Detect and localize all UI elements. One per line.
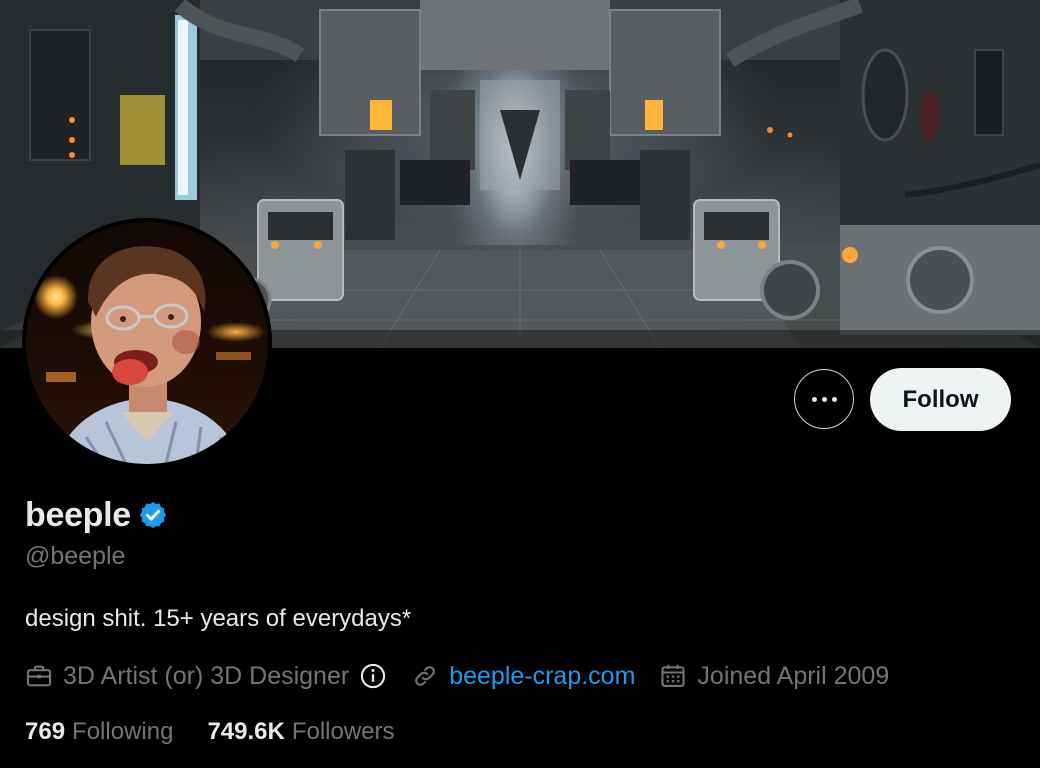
- more-options-button[interactable]: [794, 369, 854, 429]
- following-stat[interactable]: 769 Following: [25, 718, 173, 746]
- followers-stat[interactable]: 749.6K Followers: [207, 718, 394, 746]
- link-icon: [415, 666, 436, 686]
- joined-date: Joined April 2009: [697, 661, 890, 690]
- profile-handle: @beeple: [25, 542, 126, 570]
- info-icon[interactable]: [359, 662, 387, 690]
- profile-avatar[interactable]: [22, 218, 272, 468]
- profession-label: 3D Artist (or) 3D Designer: [63, 661, 350, 690]
- following-count: 769: [25, 718, 66, 745]
- website-item[interactable]: beeple-crap.com: [411, 662, 635, 691]
- followers-label: Followers: [291, 718, 395, 745]
- follow-button[interactable]: Follow: [870, 368, 1011, 431]
- profession-item: 3D Artist (or) 3D Designer: [25, 662, 387, 691]
- avatar-photo: [26, 222, 268, 464]
- followers-count: 749.6K: [207, 718, 285, 745]
- following-label: Following: [72, 718, 174, 745]
- display-name: beeple: [25, 495, 131, 534]
- profile-page: Follow beeple @beeple design shit. 15+ y…: [0, 0, 1040, 768]
- verified-badge-icon[interactable]: [138, 500, 168, 530]
- profile-bio: design shit. 15+ years of everydays*: [25, 605, 412, 632]
- profile-meta-row: 3D Artist (or) 3D Designer beeple-crap.c…: [25, 658, 889, 694]
- briefcase-icon: [26, 665, 52, 687]
- more-horizontal-icon: [811, 396, 837, 402]
- joined-item: Joined April 2009: [659, 662, 889, 691]
- display-name-row: beeple: [25, 493, 168, 537]
- website-link[interactable]: beeple-crap.com: [449, 662, 635, 691]
- avatar-portrait-image: [46, 246, 251, 464]
- profile-stats-row: 769 Following 749.6K Followers: [25, 714, 395, 750]
- calendar-icon: [661, 664, 685, 687]
